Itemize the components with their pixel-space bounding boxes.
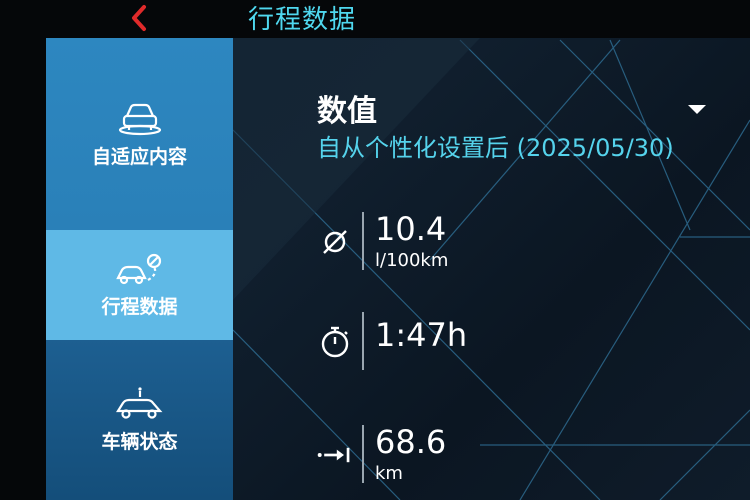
separator bbox=[362, 312, 364, 370]
top-bezel bbox=[0, 0, 750, 38]
metric-value: 68.6 bbox=[375, 423, 447, 461]
metric-row-average-consumption: 10.4 l/100km bbox=[313, 210, 733, 280]
sidebar-item-label: 车辆状态 bbox=[101, 430, 178, 453]
screen: 行程数据 自适应内容 行程数据 车辆状态 数值 自从个性化设置后 (2025/0… bbox=[0, 0, 750, 500]
car-route-icon bbox=[115, 253, 161, 284]
metric-row-driving-time: 1:47h bbox=[313, 310, 733, 380]
back-button[interactable] bbox=[122, 2, 156, 34]
sidebar-item-vehicle-status[interactable]: 车辆状态 bbox=[46, 340, 233, 500]
car-info-icon bbox=[115, 386, 162, 419]
sidebar-item-adaptive-content[interactable]: 自适应内容 bbox=[46, 38, 233, 230]
metric-row-distance: 68.6 km bbox=[313, 423, 733, 493]
average-icon bbox=[317, 224, 353, 260]
sidebar: 自适应内容 行程数据 车辆状态 bbox=[46, 38, 233, 500]
back-arrow-icon bbox=[132, 5, 146, 31]
sidebar-item-label: 行程数据 bbox=[101, 295, 178, 318]
main-content: 数值 自从个性化设置后 (2025/05/30) 10.4 l/100km 1:… bbox=[233, 38, 750, 500]
page-title: 行程数据 bbox=[248, 5, 357, 35]
metric-value: 10.4 bbox=[375, 210, 447, 248]
car-adaptive-icon bbox=[118, 103, 161, 135]
since-date-label: 自从个性化设置后 (2025/05/30) bbox=[317, 134, 674, 162]
separator bbox=[362, 212, 364, 270]
sidebar-item-trip-data[interactable]: 行程数据 bbox=[46, 230, 233, 340]
sidebar-item-label: 自适应内容 bbox=[91, 145, 187, 168]
metric-value: 1:47h bbox=[375, 316, 468, 354]
distance-icon bbox=[317, 437, 353, 473]
left-bezel bbox=[0, 0, 46, 500]
dropdown-triangle-icon[interactable] bbox=[688, 100, 706, 119]
metric-unit: km bbox=[375, 463, 403, 484]
metric-unit: l/100km bbox=[375, 250, 449, 271]
stopwatch-icon bbox=[317, 324, 353, 360]
separator bbox=[362, 425, 364, 483]
section-title: 数值 bbox=[317, 94, 377, 129]
